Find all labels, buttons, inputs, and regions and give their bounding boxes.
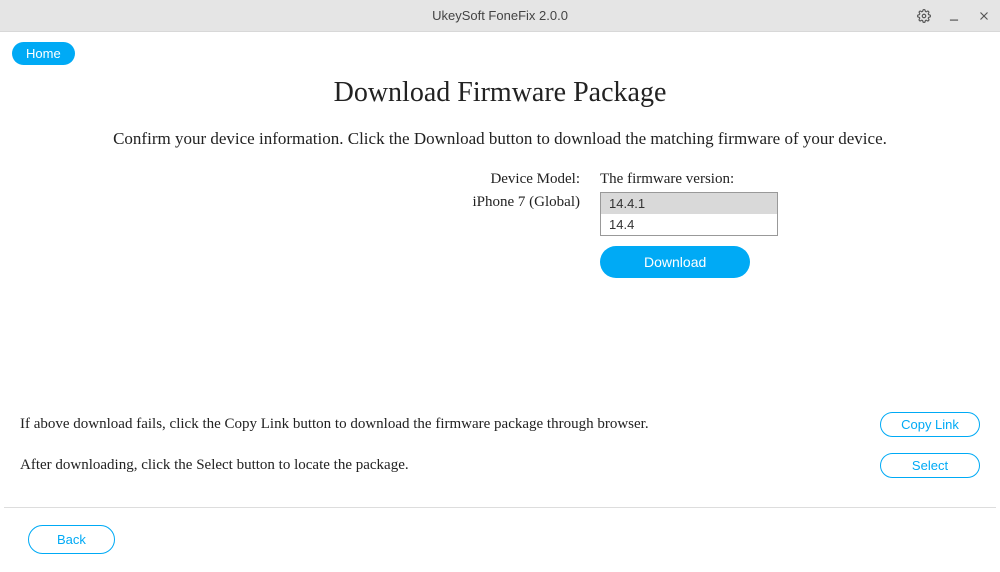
firmware-option[interactable]: 14.4.1 (601, 193, 777, 214)
device-form: Device Model: iPhone 7 (Global) The firm… (200, 171, 800, 278)
device-model-value: iPhone 7 (Global) (200, 194, 580, 211)
titlebar: UkeySoft FoneFix 2.0.0 (0, 0, 1000, 32)
window-controls (916, 0, 992, 31)
page-title: Download Firmware Package (40, 77, 960, 109)
footer-hints: If above download fails, click the Copy … (20, 412, 980, 494)
main-content: Download Firmware Package Confirm your d… (0, 65, 1000, 278)
nav-row: Home (0, 32, 1000, 65)
select-row: After downloading, click the Select butt… (20, 453, 980, 478)
select-hint: After downloading, click the Select butt… (20, 457, 409, 474)
device-model-column: Device Model: iPhone 7 (Global) (200, 171, 580, 278)
copy-link-row: If above download fails, click the Copy … (20, 412, 980, 437)
close-icon[interactable] (976, 8, 992, 24)
separator-line (4, 507, 996, 508)
copy-link-button[interactable]: Copy Link (880, 412, 980, 437)
firmware-version-label: The firmware version: (600, 171, 800, 188)
home-button[interactable]: Home (12, 42, 75, 65)
minimize-icon[interactable] (946, 8, 962, 24)
download-button[interactable]: Download (600, 246, 750, 278)
firmware-option[interactable]: 14.4 (601, 214, 777, 235)
window-title: UkeySoft FoneFix 2.0.0 (432, 8, 568, 23)
copy-link-hint: If above download fails, click the Copy … (20, 416, 649, 433)
page-subtitle: Confirm your device information. Click t… (40, 129, 960, 149)
settings-icon[interactable] (916, 8, 932, 24)
firmware-version-list[interactable]: 14.4.1 14.4 (600, 192, 778, 236)
device-model-label: Device Model: (200, 171, 580, 188)
back-row: Back (28, 525, 115, 554)
back-button[interactable]: Back (28, 525, 115, 554)
firmware-version-column: The firmware version: 14.4.1 14.4 Downlo… (600, 171, 800, 278)
select-button[interactable]: Select (880, 453, 980, 478)
